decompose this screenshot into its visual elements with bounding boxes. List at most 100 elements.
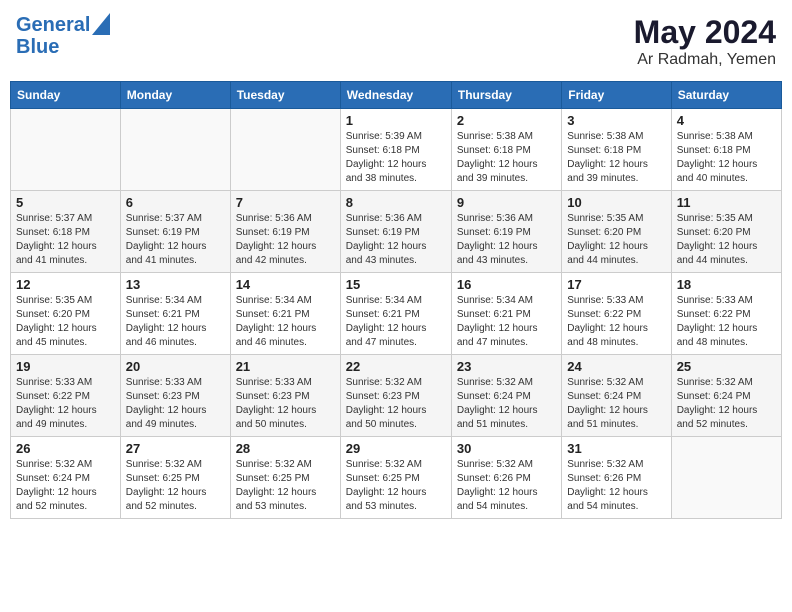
day-info: Sunrise: 5:34 AM Sunset: 6:21 PM Dayligh… <box>126 294 225 350</box>
calendar-cell: 17 Sunrise: 5:33 AM Sunset: 6:22 PM Dayli… <box>562 273 671 355</box>
day-info: Sunrise: 5:34 AM Sunset: 6:21 PM Dayligh… <box>236 294 335 350</box>
col-header-tuesday: Tuesday <box>230 82 340 109</box>
calendar-cell: 28 Sunrise: 5:32 AM Sunset: 6:25 PM Dayli… <box>230 437 340 519</box>
calendar-cell: 27 Sunrise: 5:32 AM Sunset: 6:25 PM Dayli… <box>120 437 230 519</box>
day-info: Sunrise: 5:32 AM Sunset: 6:25 PM Dayligh… <box>236 458 335 514</box>
day-number: 14 <box>236 277 335 292</box>
calendar-cell: 31 Sunrise: 5:32 AM Sunset: 6:26 PM Dayli… <box>562 437 671 519</box>
calendar-cell: 6 Sunrise: 5:37 AM Sunset: 6:19 PM Daylig… <box>120 191 230 273</box>
day-info: Sunrise: 5:36 AM Sunset: 6:19 PM Dayligh… <box>346 212 446 268</box>
day-info: Sunrise: 5:38 AM Sunset: 6:18 PM Dayligh… <box>567 130 665 186</box>
day-number: 25 <box>677 359 776 374</box>
calendar-cell: 21Sunrise: 5:33 AM Sunset: 6:23 PM Dayli… <box>230 355 340 437</box>
col-header-saturday: Saturday <box>671 82 781 109</box>
calendar-cell: 4Sunrise: 5:38 AM Sunset: 6:18 PM Daylig… <box>671 109 781 191</box>
col-header-wednesday: Wednesday <box>340 82 451 109</box>
day-number: 31 <box>567 441 665 456</box>
day-number: 6 <box>126 195 225 210</box>
day-info: Sunrise: 5:36 AM Sunset: 6:19 PM Dayligh… <box>236 212 335 268</box>
day-number: 27 <box>126 441 225 456</box>
calendar-cell: 9Sunrise: 5:36 AM Sunset: 6:19 PM Daylig… <box>451 191 561 273</box>
logo-text-general: General <box>16 14 90 36</box>
logo-text-blue: Blue <box>16 36 110 58</box>
day-info: Sunrise: 5:32 AM Sunset: 6:24 PM Dayligh… <box>567 376 665 432</box>
month-year-title: May 2024 <box>634 14 776 51</box>
day-info: Sunrise: 5:33 AM Sunset: 6:22 PM Dayligh… <box>677 294 776 350</box>
day-number: 15 <box>346 277 446 292</box>
calendar-cell: 10Sunrise: 5:35 AM Sunset: 6:20 PM Dayli… <box>562 191 671 273</box>
calendar-cell: 14 Sunrise: 5:34 AM Sunset: 6:21 PM Dayli… <box>230 273 340 355</box>
day-number: 19 <box>16 359 115 374</box>
calendar-cell: 2 Sunrise: 5:38 AM Sunset: 6:18 PM Daylig… <box>451 109 561 191</box>
calendar-cell: 22 Sunrise: 5:32 AM Sunset: 6:23 PM Dayli… <box>340 355 451 437</box>
day-info: Sunrise: 5:33 AM Sunset: 6:23 PM Dayligh… <box>236 376 335 432</box>
calendar-cell: 18 Sunrise: 5:33 AM Sunset: 6:22 PM Dayli… <box>671 273 781 355</box>
calendar-cell <box>120 109 230 191</box>
day-info: Sunrise: 5:38 AM Sunset: 6:18 PM Dayligh… <box>457 130 556 186</box>
day-number: 9 <box>457 195 556 210</box>
calendar-week-row: 26 Sunrise: 5:32 AM Sunset: 6:24 PM Dayli… <box>11 437 782 519</box>
day-number: 26 <box>16 441 115 456</box>
calendar-cell: 19 Sunrise: 5:33 AM Sunset: 6:22 PM Dayli… <box>11 355 121 437</box>
calendar-week-row: 19 Sunrise: 5:33 AM Sunset: 6:22 PM Dayli… <box>11 355 782 437</box>
calendar-cell: 1Sunrise: 5:39 AM Sunset: 6:18 PM Daylig… <box>340 109 451 191</box>
calendar-cell: 15 Sunrise: 5:34 AM Sunset: 6:21 PM Dayli… <box>340 273 451 355</box>
calendar-cell: 5 Sunrise: 5:37 AM Sunset: 6:18 PM Daylig… <box>11 191 121 273</box>
day-number: 20 <box>126 359 225 374</box>
day-info: Sunrise: 5:35 AM Sunset: 6:20 PM Dayligh… <box>567 212 665 268</box>
day-info: Sunrise: 5:32 AM Sunset: 6:23 PM Dayligh… <box>346 376 446 432</box>
calendar-cell <box>671 437 781 519</box>
day-info: Sunrise: 5:37 AM Sunset: 6:19 PM Dayligh… <box>126 212 225 268</box>
day-number: 29 <box>346 441 446 456</box>
day-number: 28 <box>236 441 335 456</box>
calendar-cell: 13 Sunrise: 5:34 AM Sunset: 6:21 PM Dayli… <box>120 273 230 355</box>
day-number: 5 <box>16 195 115 210</box>
day-number: 4 <box>677 113 776 128</box>
calendar-cell: 12 Sunrise: 5:35 AM Sunset: 6:20 PM Dayli… <box>11 273 121 355</box>
day-number: 3 <box>567 113 665 128</box>
day-info: Sunrise: 5:35 AM Sunset: 6:20 PM Dayligh… <box>16 294 115 350</box>
calendar-cell: 26 Sunrise: 5:32 AM Sunset: 6:24 PM Dayli… <box>11 437 121 519</box>
calendar-week-row: 1Sunrise: 5:39 AM Sunset: 6:18 PM Daylig… <box>11 109 782 191</box>
calendar-cell <box>230 109 340 191</box>
col-header-friday: Friday <box>562 82 671 109</box>
day-number: 30 <box>457 441 556 456</box>
day-number: 1 <box>346 113 446 128</box>
calendar-table: SundayMondayTuesdayWednesdayThursdayFrid… <box>10 81 782 519</box>
day-info: Sunrise: 5:32 AM Sunset: 6:25 PM Dayligh… <box>126 458 225 514</box>
day-number: 17 <box>567 277 665 292</box>
day-info: Sunrise: 5:35 AM Sunset: 6:20 PM Dayligh… <box>677 212 776 268</box>
day-number: 2 <box>457 113 556 128</box>
logo-triangle-icon <box>92 13 110 35</box>
day-number: 13 <box>126 277 225 292</box>
day-number: 22 <box>346 359 446 374</box>
calendar-cell: 3 Sunrise: 5:38 AM Sunset: 6:18 PM Daylig… <box>562 109 671 191</box>
day-info: Sunrise: 5:32 AM Sunset: 6:24 PM Dayligh… <box>677 376 776 432</box>
day-info: Sunrise: 5:34 AM Sunset: 6:21 PM Dayligh… <box>346 294 446 350</box>
day-number: 18 <box>677 277 776 292</box>
day-number: 8 <box>346 195 446 210</box>
day-number: 23 <box>457 359 556 374</box>
calendar-cell: 11 Sunrise: 5:35 AM Sunset: 6:20 PM Dayli… <box>671 191 781 273</box>
calendar-cell: 25 Sunrise: 5:32 AM Sunset: 6:24 PM Dayli… <box>671 355 781 437</box>
calendar-week-row: 12 Sunrise: 5:35 AM Sunset: 6:20 PM Dayli… <box>11 273 782 355</box>
day-info: Sunrise: 5:32 AM Sunset: 6:26 PM Dayligh… <box>567 458 665 514</box>
day-info: Sunrise: 5:37 AM Sunset: 6:18 PM Dayligh… <box>16 212 115 268</box>
day-number: 12 <box>16 277 115 292</box>
page-header: General Blue May 2024 Ar Radmah, Yemen <box>10 10 782 73</box>
day-info: Sunrise: 5:34 AM Sunset: 6:21 PM Dayligh… <box>457 294 556 350</box>
calendar-cell: 16 Sunrise: 5:34 AM Sunset: 6:21 PM Dayli… <box>451 273 561 355</box>
calendar-cell: 30 Sunrise: 5:32 AM Sunset: 6:26 PM Dayli… <box>451 437 561 519</box>
calendar-cell: 24 Sunrise: 5:32 AM Sunset: 6:24 PM Dayli… <box>562 355 671 437</box>
logo: General Blue <box>16 14 110 58</box>
day-info: Sunrise: 5:32 AM Sunset: 6:26 PM Dayligh… <box>457 458 556 514</box>
title-block: May 2024 Ar Radmah, Yemen <box>634 14 776 69</box>
calendar-cell: 20Sunrise: 5:33 AM Sunset: 6:23 PM Dayli… <box>120 355 230 437</box>
day-number: 24 <box>567 359 665 374</box>
day-info: Sunrise: 5:33 AM Sunset: 6:22 PM Dayligh… <box>16 376 115 432</box>
day-number: 11 <box>677 195 776 210</box>
day-info: Sunrise: 5:32 AM Sunset: 6:24 PM Dayligh… <box>16 458 115 514</box>
day-info: Sunrise: 5:33 AM Sunset: 6:22 PM Dayligh… <box>567 294 665 350</box>
day-number: 16 <box>457 277 556 292</box>
col-header-thursday: Thursday <box>451 82 561 109</box>
